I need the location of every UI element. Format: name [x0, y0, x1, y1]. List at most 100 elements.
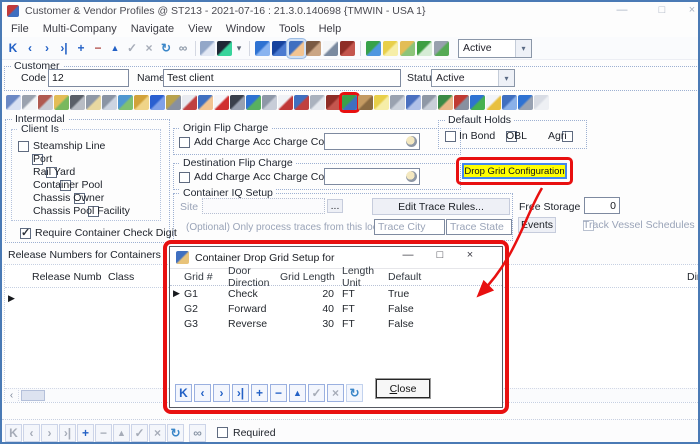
import-icon[interactable] [417, 41, 432, 56]
display-mode-icon[interactable] [217, 41, 232, 56]
menu-file[interactable]: File [11, 23, 29, 35]
printer-icon[interactable] [102, 95, 117, 110]
trace-state-field[interactable] [446, 219, 512, 235]
free-storage-days-field[interactable] [584, 197, 620, 214]
record-status-filter-combo[interactable]: Active ▾ [458, 39, 532, 58]
coins-icon[interactable] [166, 95, 181, 110]
checklist-icon[interactable] [278, 95, 293, 110]
doc-warning-icon[interactable] [486, 95, 501, 110]
chart-icon[interactable] [366, 41, 381, 56]
display-mode-caret-icon[interactable]: ▾ [234, 41, 244, 56]
menu-multi-company[interactable]: Multi-Company [43, 23, 117, 35]
grid-delete-button[interactable]: − [270, 384, 287, 402]
clipboard-red-icon[interactable] [182, 95, 197, 110]
release-save-button[interactable]: ✓ [131, 424, 148, 442]
menu-navigate[interactable]: Navigate [131, 23, 174, 35]
gray-box-icon[interactable] [390, 95, 405, 110]
promote-button[interactable]: ▲ [107, 40, 123, 57]
teapot-icon[interactable] [340, 41, 355, 56]
in-bond-checkbox[interactable] [445, 131, 456, 142]
globe-add-icon[interactable] [470, 95, 485, 110]
info-sphere-icon[interactable] [255, 41, 270, 56]
first-record-button[interactable]: K [5, 40, 21, 57]
add-record-button[interactable]: + [73, 40, 89, 57]
flask-icon[interactable] [230, 95, 245, 110]
lookup-icon[interactable] [406, 136, 417, 147]
grid-first-button[interactable]: K [175, 384, 192, 402]
magnifier-icon[interactable] [86, 95, 101, 110]
notes-icon[interactable] [383, 41, 398, 56]
ring-icon[interactable] [310, 95, 325, 110]
maximize-button[interactable]: □ [654, 4, 670, 16]
grid-promote-button[interactable]: ▲ [289, 384, 306, 402]
menu-view[interactable]: View [188, 23, 212, 35]
yellow-note-icon[interactable] [374, 95, 389, 110]
globe-icon[interactable] [246, 95, 261, 110]
scrollbar-thumb[interactable] [21, 390, 45, 401]
lookup-icon[interactable] [406, 171, 417, 182]
teapot-red-icon[interactable] [326, 95, 341, 110]
grid-next-button[interactable]: › [213, 384, 230, 402]
table-row[interactable]: ▶ G1 Check 20 FT True [170, 286, 502, 301]
site-field[interactable] [202, 198, 325, 214]
dialog-close-button[interactable]: Close [376, 379, 430, 398]
paw-icon[interactable] [358, 95, 373, 110]
disabled-box-icon[interactable] [534, 95, 549, 110]
red-card-icon[interactable] [214, 95, 229, 110]
release-cancel-button[interactable]: × [149, 424, 166, 442]
grid-last-button[interactable]: ›| [232, 384, 249, 402]
grid-prev-button[interactable]: ‹ [194, 384, 211, 402]
org-chart-icon[interactable] [294, 95, 309, 110]
release-first-button[interactable]: K [5, 424, 22, 442]
globe-photo-icon[interactable] [518, 95, 533, 110]
zero-badge-icon[interactable] [272, 41, 287, 56]
dialog-minimize-button[interactable]: — [400, 249, 416, 261]
scroll-left-icon[interactable]: ‹ [5, 390, 19, 401]
menu-help[interactable]: Help [319, 23, 342, 35]
refresh-button[interactable]: ↻ [158, 40, 174, 57]
release-promote-button[interactable]: ▲ [113, 424, 130, 442]
blue-bin-icon[interactable] [150, 95, 165, 110]
steamship-line-checkbox[interactable] [18, 141, 29, 152]
release-refresh-button[interactable]: ↻ [167, 424, 184, 442]
customer-person-icon[interactable] [289, 41, 304, 56]
release-last-button[interactable]: ›| [59, 424, 76, 442]
footprints-icon[interactable] [70, 95, 85, 110]
folder-share-icon[interactable] [54, 95, 69, 110]
trace-city-field[interactable] [374, 219, 445, 235]
view-records-button[interactable]: ∞ [175, 40, 191, 57]
code-field[interactable] [48, 69, 129, 87]
export-icon[interactable] [434, 41, 449, 56]
next-record-button[interactable]: › [39, 40, 55, 57]
person-green-icon[interactable] [438, 95, 453, 110]
site-browse-button[interactable]: ... [327, 199, 343, 213]
vendor-person-icon[interactable] [306, 41, 321, 56]
folder-documents-icon[interactable] [400, 41, 415, 56]
person-card-icon[interactable] [198, 95, 213, 110]
release-view-button[interactable]: ∞ [189, 424, 206, 442]
save-button[interactable]: ✓ [124, 40, 140, 57]
table-row[interactable]: G3 Reverse 30 FT False [170, 316, 502, 331]
table-row[interactable]: G2 Forward 40 FT False [170, 301, 502, 316]
destination-add-charge-checkbox[interactable] [179, 172, 190, 183]
clock-icon[interactable] [323, 41, 338, 56]
wrench-icon[interactable] [422, 95, 437, 110]
cancel-edit-button[interactable]: × [141, 40, 157, 57]
name-field[interactable] [163, 69, 401, 87]
stamp-icon[interactable] [38, 95, 53, 110]
events-button[interactable]: Events [518, 217, 556, 233]
grid-cancel-button[interactable]: × [327, 384, 344, 402]
release-delete-button[interactable]: − [95, 424, 112, 442]
edit-trace-rules-button[interactable]: Edit Trace Rules... [372, 198, 510, 215]
dialog-maximize-button[interactable]: □ [432, 249, 448, 261]
print-icon[interactable] [200, 41, 215, 56]
gold-box-icon[interactable] [134, 95, 149, 110]
release-next-button[interactable]: › [41, 424, 58, 442]
chevron-down-icon[interactable]: ▾ [498, 70, 514, 86]
org-chart-blue-icon[interactable] [502, 95, 517, 110]
chevron-down-icon[interactable]: ▾ [515, 40, 531, 57]
origin-add-charge-checkbox[interactable] [179, 137, 190, 148]
minimize-button[interactable]: — [614, 4, 630, 16]
grid-add-button[interactable]: + [251, 384, 268, 402]
drop-grid-configuration-button[interactable]: Drop Grid Configuration [462, 163, 567, 179]
